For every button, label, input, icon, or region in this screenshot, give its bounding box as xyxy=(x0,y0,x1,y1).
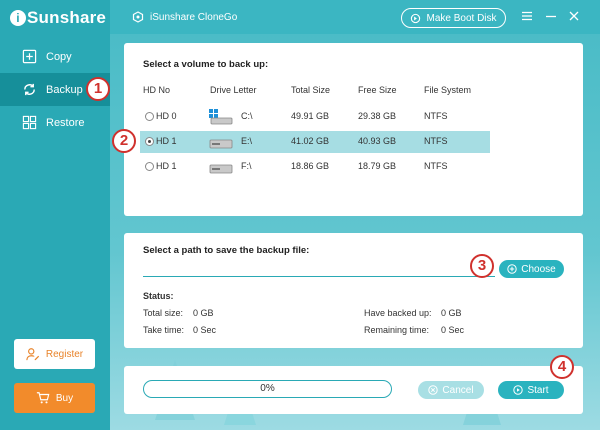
buy-button[interactable]: Buy xyxy=(14,383,95,413)
drive-letter: C:\ xyxy=(241,111,253,121)
volume-radio[interactable] xyxy=(145,112,154,121)
total-size-label: Total size: xyxy=(143,308,184,318)
progress-percent: 0% xyxy=(260,383,275,394)
copy-icon xyxy=(22,49,37,64)
register-icon xyxy=(26,348,39,361)
backup-icon xyxy=(24,83,35,96)
menu-icon[interactable] xyxy=(520,9,534,23)
title-bar: iSunshare CloneGo Make Boot Disk xyxy=(110,0,600,34)
window-title: iSunshare CloneGo xyxy=(132,11,237,23)
total-size: 18.86 GB xyxy=(291,161,330,171)
start-button[interactable]: Start xyxy=(498,381,564,399)
step-marker-2: 2 xyxy=(112,129,136,153)
plus-circle-icon xyxy=(507,264,517,274)
progress-bar: 0% xyxy=(143,380,392,398)
step-marker-3: 3 xyxy=(470,254,494,278)
drive-letter: F:\ xyxy=(241,161,252,171)
cart-icon xyxy=(36,392,50,404)
minimize-icon[interactable] xyxy=(544,9,558,23)
volume-radio[interactable] xyxy=(145,162,154,171)
column-header: Total Size xyxy=(291,85,331,95)
choose-button[interactable]: Choose xyxy=(499,260,564,278)
step-marker-4: 4 xyxy=(550,355,574,379)
app-icon xyxy=(132,11,144,23)
file-system: NTFS xyxy=(424,136,448,146)
app-logo: i Sunshare xyxy=(10,8,106,28)
drive-icon xyxy=(209,164,233,174)
column-header: HD No xyxy=(143,85,171,95)
sidebar-item-label: Restore xyxy=(46,116,85,129)
file-system: NTFS xyxy=(424,161,448,171)
hd-number: HD 1 xyxy=(156,136,177,146)
sidebar-item-label: Copy xyxy=(46,50,72,63)
column-header: Drive Letter xyxy=(210,85,257,95)
cancel-button[interactable]: Cancel xyxy=(418,381,484,399)
backed-up-value: 0 GB xyxy=(441,308,462,318)
drive-icon xyxy=(209,139,233,149)
path-underline xyxy=(143,276,495,277)
boot-disk-icon xyxy=(411,13,421,23)
remaining-time-label: Remaining time: xyxy=(364,325,430,335)
sidebar-item-restore[interactable]: Restore xyxy=(0,106,110,139)
volume-row-selected[interactable]: HD 1 E:\ 41.02 GB 40.93 GB NTFS xyxy=(140,131,490,153)
volume-panel-title: Select a volume to back up: xyxy=(143,59,269,70)
volume-row[interactable]: HD 0 C:\ 49.91 GB 29.38 GB NTFS xyxy=(140,106,490,128)
free-size: 29.38 GB xyxy=(358,111,397,121)
free-size: 40.93 GB xyxy=(358,136,397,146)
file-system: NTFS xyxy=(424,111,448,121)
sidebar-item-label: Backup xyxy=(46,83,83,96)
make-boot-disk-button[interactable]: Make Boot Disk xyxy=(401,8,506,28)
hd-number: HD 0 xyxy=(156,111,177,121)
volume-radio[interactable] xyxy=(145,137,154,146)
cancel-icon xyxy=(428,385,439,395)
sidebar: i Sunshare Copy Backup Restore Register B… xyxy=(0,0,110,430)
backup-path-input[interactable] xyxy=(143,264,493,276)
backed-up-label: Have backed up: xyxy=(364,308,432,318)
total-size: 49.91 GB xyxy=(291,111,330,121)
restore-icon xyxy=(22,115,37,130)
register-button[interactable]: Register xyxy=(14,339,95,369)
take-time-label: Take time: xyxy=(143,325,185,335)
column-header: Free Size xyxy=(358,85,397,95)
hd-number: HD 1 xyxy=(156,161,177,171)
step-marker-1: 1 xyxy=(86,77,110,101)
total-size-value: 0 GB xyxy=(193,308,214,318)
total-size: 41.02 GB xyxy=(291,136,330,146)
play-icon xyxy=(513,385,524,395)
remaining-time-value: 0 Sec xyxy=(441,325,465,335)
sidebar-item-copy[interactable]: Copy xyxy=(0,40,110,73)
free-size: 18.79 GB xyxy=(358,161,397,171)
take-time-value: 0 Sec xyxy=(193,325,217,335)
path-panel-title: Select a path to save the backup file: xyxy=(143,245,310,256)
close-icon[interactable] xyxy=(567,9,581,23)
status-heading: Status: xyxy=(143,291,174,301)
drive-letter: E:\ xyxy=(241,136,253,146)
windows-drive-icon xyxy=(209,109,233,125)
column-header: File System xyxy=(424,85,472,95)
volume-row[interactable]: HD 1 F:\ 18.86 GB 18.79 GB NTFS xyxy=(140,156,490,178)
